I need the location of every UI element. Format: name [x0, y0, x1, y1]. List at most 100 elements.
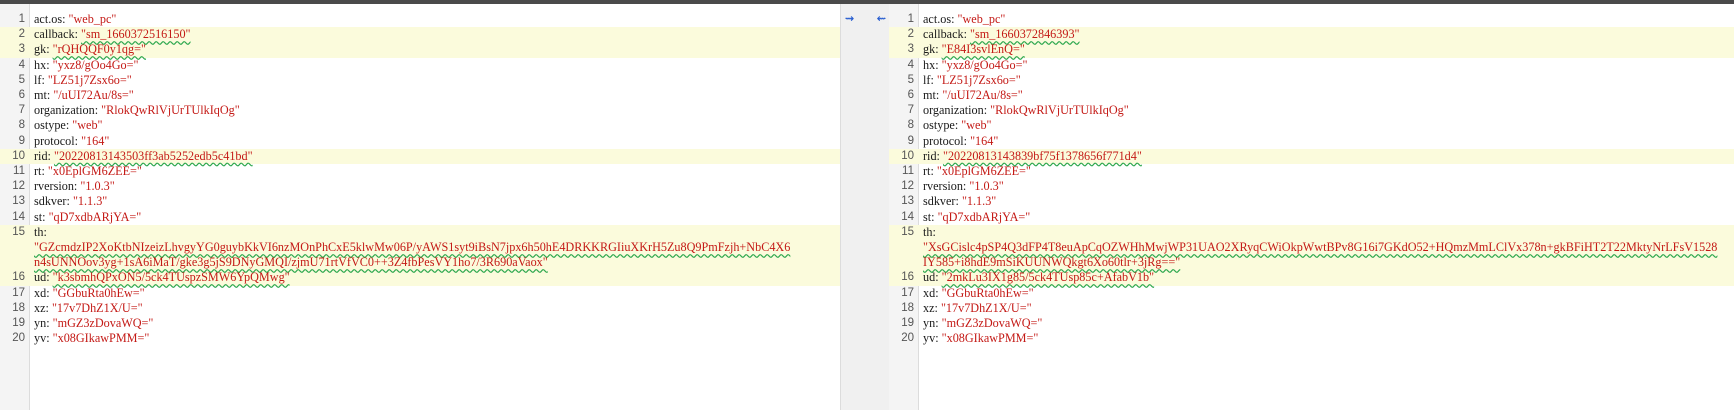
line-content: xd: "GGbuRta0hEw=" — [29, 286, 145, 301]
line-content: xz: "17v7DhZ1X/U=" — [29, 301, 143, 316]
field-value: "x08GIkawPMM=" — [941, 331, 1039, 346]
line-content: xd: "GGbuRta0hEw=" — [918, 286, 1034, 301]
code-line: 14 st: "qD7xdbARjYA=" — [0, 210, 840, 225]
code-line: 4 hx: "yxz8/gOo4Go=" — [889, 58, 1734, 73]
code-line: 9 protocol: "164" — [0, 134, 840, 149]
field-value: "164" — [81, 133, 110, 148]
code-line: 14 st: "qD7xdbARjYA=" — [889, 210, 1734, 225]
code-line: 15 th: "GZcmdzIP2XoKtbNIzeizLhvgyYG0guybK… — [0, 224, 840, 271]
line-number: 6 — [18, 89, 25, 102]
field-key: st: — [923, 209, 935, 224]
field-key: ud: — [923, 270, 939, 285]
line-content: st: "qD7xdbARjYA=" — [918, 210, 1030, 225]
code-line: 10 rid: "20220813143503ff3ab5252edb5c41bd… — [0, 148, 840, 165]
right-editor-pane[interactable]: 1 act.os: "web_pc" 2 callback: "sm_16603728… — [889, 4, 1734, 410]
line-content: protocol: "164" — [918, 134, 998, 149]
field-value: "GGbuRta0hEw=" — [941, 285, 1034, 300]
line-content: rversion: "1.0.3" — [29, 179, 115, 194]
field-value: "web" — [72, 118, 103, 133]
code-line: 16 ud: "2mkLu3IX1g85/5ck4TUsp85c+AfabV1b" — [889, 270, 1734, 286]
line-number: 1 — [18, 13, 25, 25]
line-number: 10 — [901, 149, 914, 162]
line-number: 15 — [12, 225, 25, 238]
line-number: 12 — [901, 180, 914, 193]
line-content: lf: "LZ51j7Zsx6o=" — [29, 73, 132, 88]
field-key: lf: — [923, 72, 934, 87]
line-number: 4 — [18, 58, 25, 71]
field-value: "x0EplGM6ZEE=" — [936, 164, 1031, 179]
field-value: "20220813143503ff3ab5252edb5c41bd" — [53, 148, 253, 163]
line-content: st: "qD7xdbARjYA=" — [29, 210, 141, 225]
code-line: 1 act.os: "web_pc" — [889, 12, 1734, 27]
line-content: organization: "RlokQwRlVjUrTUlkIqOg" — [918, 103, 1129, 118]
field-key: rversion: — [923, 179, 967, 194]
line-number: 20 — [901, 332, 914, 345]
line-content: rid: "20220813143503ff3ab5252edb5c41bd" — [29, 149, 253, 164]
code-line: 7 organization: "RlokQwRlVjUrTUlkIqOg" — [889, 103, 1734, 118]
field-key: xz: — [34, 300, 49, 315]
field-value: "GGbuRta0hEw=" — [52, 285, 145, 300]
copy-to-left-icon[interactable]: ⇜ — [877, 12, 886, 27]
code-line: 13 sdkver: "1.1.3" — [0, 194, 840, 209]
line-content: act.os: "web_pc" — [29, 12, 116, 27]
line-content: hx: "yxz8/gOo4Go=" — [918, 58, 1028, 73]
field-value: "1.0.3" — [80, 179, 115, 194]
field-value: "qD7xdbARjYA=" — [48, 209, 142, 224]
line-content: organization: "RlokQwRlVjUrTUlkIqOg" — [29, 103, 240, 118]
line-content: gk: "E84I3svlEnQ=" — [918, 42, 1025, 57]
line-number: 7 — [907, 104, 914, 117]
code-line: 11 rt: "x0EplGM6ZEE=" — [0, 164, 840, 179]
line-number: 18 — [901, 301, 914, 314]
field-value: "/uUI72Au/8s=" — [942, 88, 1023, 103]
code-line: 2 callback: "sm_1660372516150" — [0, 27, 840, 43]
field-key: rt: — [34, 164, 45, 179]
field-key: yv: — [34, 331, 50, 346]
line-number: 20 — [12, 332, 25, 345]
field-key: gk: — [34, 42, 50, 57]
code-line: 1 act.os: "web_pc" — [0, 12, 840, 27]
field-value: "web_pc" — [957, 12, 1006, 26]
line-number: 16 — [901, 271, 914, 284]
field-key: lf: — [34, 72, 45, 87]
field-value: "k3sbmhQPxON5/5ck4TUspzSMW6YpQMwg" — [52, 270, 290, 285]
merge-controls: ⇝ ⇜ — [841, 12, 890, 27]
field-key: th: — [923, 224, 936, 239]
field-key: organization: — [923, 103, 988, 118]
field-key: hx: — [923, 57, 939, 72]
left-editor-pane[interactable]: 1 act.os: "web_pc" 2 callback: "sm_16603725… — [0, 4, 840, 410]
code-line: 6 mt: "/uUI72Au/8s=" — [0, 88, 840, 103]
code-line: 3 gk: "rQHQQF0y1qg=" — [0, 42, 840, 58]
field-key: protocol: — [923, 133, 968, 148]
line-number: 2 — [18, 28, 25, 41]
line-content: ud: "k3sbmhQPxON5/5ck4TUspzSMW6YpQMwg" — [29, 270, 290, 285]
field-key: ostype: — [923, 118, 959, 133]
field-value: "sm_1660372516150" — [81, 27, 191, 42]
line-number: 5 — [18, 73, 25, 86]
field-key: mt: — [923, 88, 940, 103]
copy-to-right-icon[interactable]: ⇝ — [845, 12, 854, 27]
field-value: "XsGCislc4pSP4Q3dFP4T8euApCqOZWHhMwjWP31… — [923, 240, 1718, 255]
line-content: ud: "2mkLu3IX1g85/5ck4TUsp85c+AfabV1b" — [918, 270, 1154, 285]
field-value: "GZcmdzIP2XoKtbNIzeizLhvgyYG0guybKkVI6nz… — [34, 240, 791, 255]
field-value-continued: n4sUNNOov3yg+1sA6iMaT/gke3g5jS9DNyGMQI/z… — [34, 255, 548, 270]
field-value: "1.1.3" — [961, 194, 997, 209]
line-content: callback: "sm_1660372846393" — [918, 27, 1080, 42]
field-value: "web" — [961, 118, 992, 133]
line-number: 8 — [907, 119, 914, 132]
code-line: 5 lf: "LZ51j7Zsx6o=" — [889, 73, 1734, 88]
line-number: 6 — [907, 89, 914, 102]
line-number: 13 — [12, 195, 25, 208]
line-number: 10 — [12, 149, 25, 162]
line-number: 9 — [18, 134, 25, 147]
field-value: "17v7DhZ1X/U=" — [51, 300, 143, 315]
field-value: "rQHQQF0y1qg=" — [52, 42, 146, 57]
field-key: yv: — [923, 331, 939, 346]
line-number: 9 — [907, 134, 914, 147]
field-key: st: — [34, 209, 46, 224]
code-line: 11 rt: "x0EplGM6ZEE=" — [889, 164, 1734, 179]
line-number: 7 — [18, 104, 25, 117]
field-value: "RlokQwRlVjUrTUlkIqOg" — [990, 103, 1129, 118]
code-line: 18 xz: "17v7DhZ1X/U=" — [889, 301, 1734, 316]
field-value: "/uUI72Au/8s=" — [53, 88, 134, 103]
line-content: protocol: "164" — [29, 134, 109, 149]
